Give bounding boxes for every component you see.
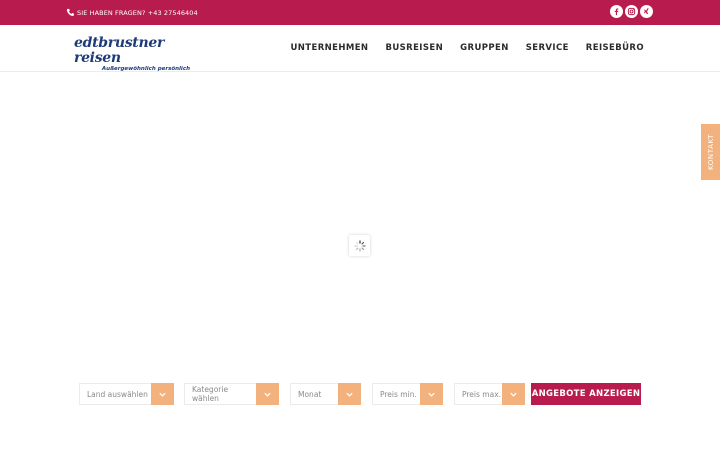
logo-text: edtbrustner reisen <box>74 35 165 66</box>
country-select-value: Land auswählen <box>79 383 151 405</box>
phone-icon <box>66 8 75 17</box>
kontakt-label: KONTAKT <box>706 134 715 170</box>
main-nav: UNTERNEHMEN BUSREISEN GRUPPEN SERVICE RE… <box>290 42 644 54</box>
kontakt-side-tab[interactable]: KONTAKT <box>701 124 720 180</box>
site-header: edtbrustner reisen Außergewöhnlich persö… <box>0 25 720 72</box>
price-min-select[interactable]: Preis min. <box>372 383 443 405</box>
facebook-icon[interactable] <box>610 5 623 18</box>
price-max-select-value: Preis max. <box>454 383 502 405</box>
contact-info[interactable]: SIE HABEN FRAGEN? +43 27546404 <box>66 6 198 19</box>
nav-item-service[interactable]: SERVICE <box>526 42 569 54</box>
contact-text: SIE HABEN FRAGEN? +43 27546404 <box>77 8 198 17</box>
spinner-icon <box>353 239 366 252</box>
chevron-down-icon <box>420 383 443 405</box>
country-select[interactable]: Land auswählen <box>79 383 174 405</box>
nav-item-reisebuero[interactable]: REISEBÜRO <box>586 42 644 54</box>
logo[interactable]: edtbrustner reisen Außergewöhnlich persö… <box>74 36 194 73</box>
top-bar: SIE HABEN FRAGEN? +43 27546404 <box>0 0 720 25</box>
social-links <box>610 5 653 18</box>
show-offers-button[interactable]: ANGEBOTE ANZEIGEN <box>531 383 641 405</box>
month-select-value: Monat <box>290 383 338 405</box>
chevron-down-icon <box>256 383 279 405</box>
chevron-down-icon <box>151 383 174 405</box>
chevron-down-icon <box>502 383 525 405</box>
category-select[interactable]: Kategorie wählen <box>184 383 279 405</box>
price-min-select-value: Preis min. <box>372 383 420 405</box>
nav-item-unternehmen[interactable]: UNTERNEHMEN <box>290 42 368 54</box>
nav-item-gruppen[interactable]: GRUPPEN <box>460 42 509 54</box>
category-select-value: Kategorie wählen <box>184 383 256 405</box>
price-max-select[interactable]: Preis max. <box>454 383 525 405</box>
loading-spinner <box>349 235 370 256</box>
month-select[interactable]: Monat <box>290 383 361 405</box>
nav-item-busreisen[interactable]: BUSREISEN <box>385 42 443 54</box>
xing-icon[interactable] <box>640 5 653 18</box>
chevron-down-icon <box>338 383 361 405</box>
instagram-icon[interactable] <box>625 5 638 18</box>
